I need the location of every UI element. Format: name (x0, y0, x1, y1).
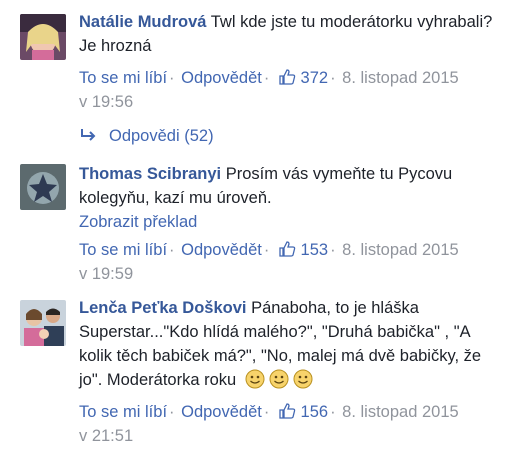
reply-link[interactable]: Odpovědět (181, 241, 262, 259)
comment-date: 8. listopad 2015 (342, 241, 459, 259)
comment-time: v 21:51 (79, 427, 134, 445)
thumbs-up-icon (278, 240, 296, 258)
avatar[interactable] (20, 300, 66, 346)
like-link[interactable]: To se mi líbí (79, 69, 167, 87)
smiley-icon (293, 369, 313, 389)
like-link[interactable]: To se mi líbí (79, 241, 167, 259)
reply-arrow-icon (79, 126, 99, 150)
translate-link[interactable]: Zobrazit překlad (79, 210, 499, 234)
comment-author[interactable]: Natálie Mudrová (79, 13, 206, 31)
smiley-icon (245, 369, 265, 389)
comment-date: 8. listopad 2015 (342, 403, 459, 421)
thumbs-up-icon (278, 68, 296, 86)
like-count[interactable]: 372 (301, 69, 329, 87)
view-replies-label: Odpovědi (52) (109, 127, 214, 145)
comment-author[interactable]: Lenča Peťka Doškovi (79, 299, 246, 317)
thumbs-up-icon (278, 402, 296, 420)
like-count[interactable]: 156 (301, 403, 329, 421)
reply-link[interactable]: Odpovědět (181, 69, 262, 87)
comment-meta: To se mi líbí · Odpovědět · 156 · 8. listop… (79, 402, 459, 445)
comment-time: v 19:56 (79, 93, 134, 111)
comment-author[interactable]: Thomas Scibranyi (79, 165, 221, 183)
comment-time: v 19:59 (79, 265, 134, 283)
like-link[interactable]: To se mi líbí (79, 403, 167, 421)
view-replies-link[interactable]: Odpovědi (52) (79, 124, 214, 150)
comment-meta: To se mi líbí · Odpovědět · 153 · 8. listop… (79, 240, 459, 283)
smiley-icon (269, 369, 289, 389)
reply-link[interactable]: Odpovědět (181, 403, 262, 421)
avatar[interactable] (20, 164, 66, 210)
like-count[interactable]: 153 (301, 241, 329, 259)
comment-date: 8. listopad 2015 (342, 69, 459, 87)
comment-meta: To se mi líbí · Odpovědět · 372 · 8. listop… (79, 68, 459, 111)
avatar[interactable] (20, 14, 66, 60)
